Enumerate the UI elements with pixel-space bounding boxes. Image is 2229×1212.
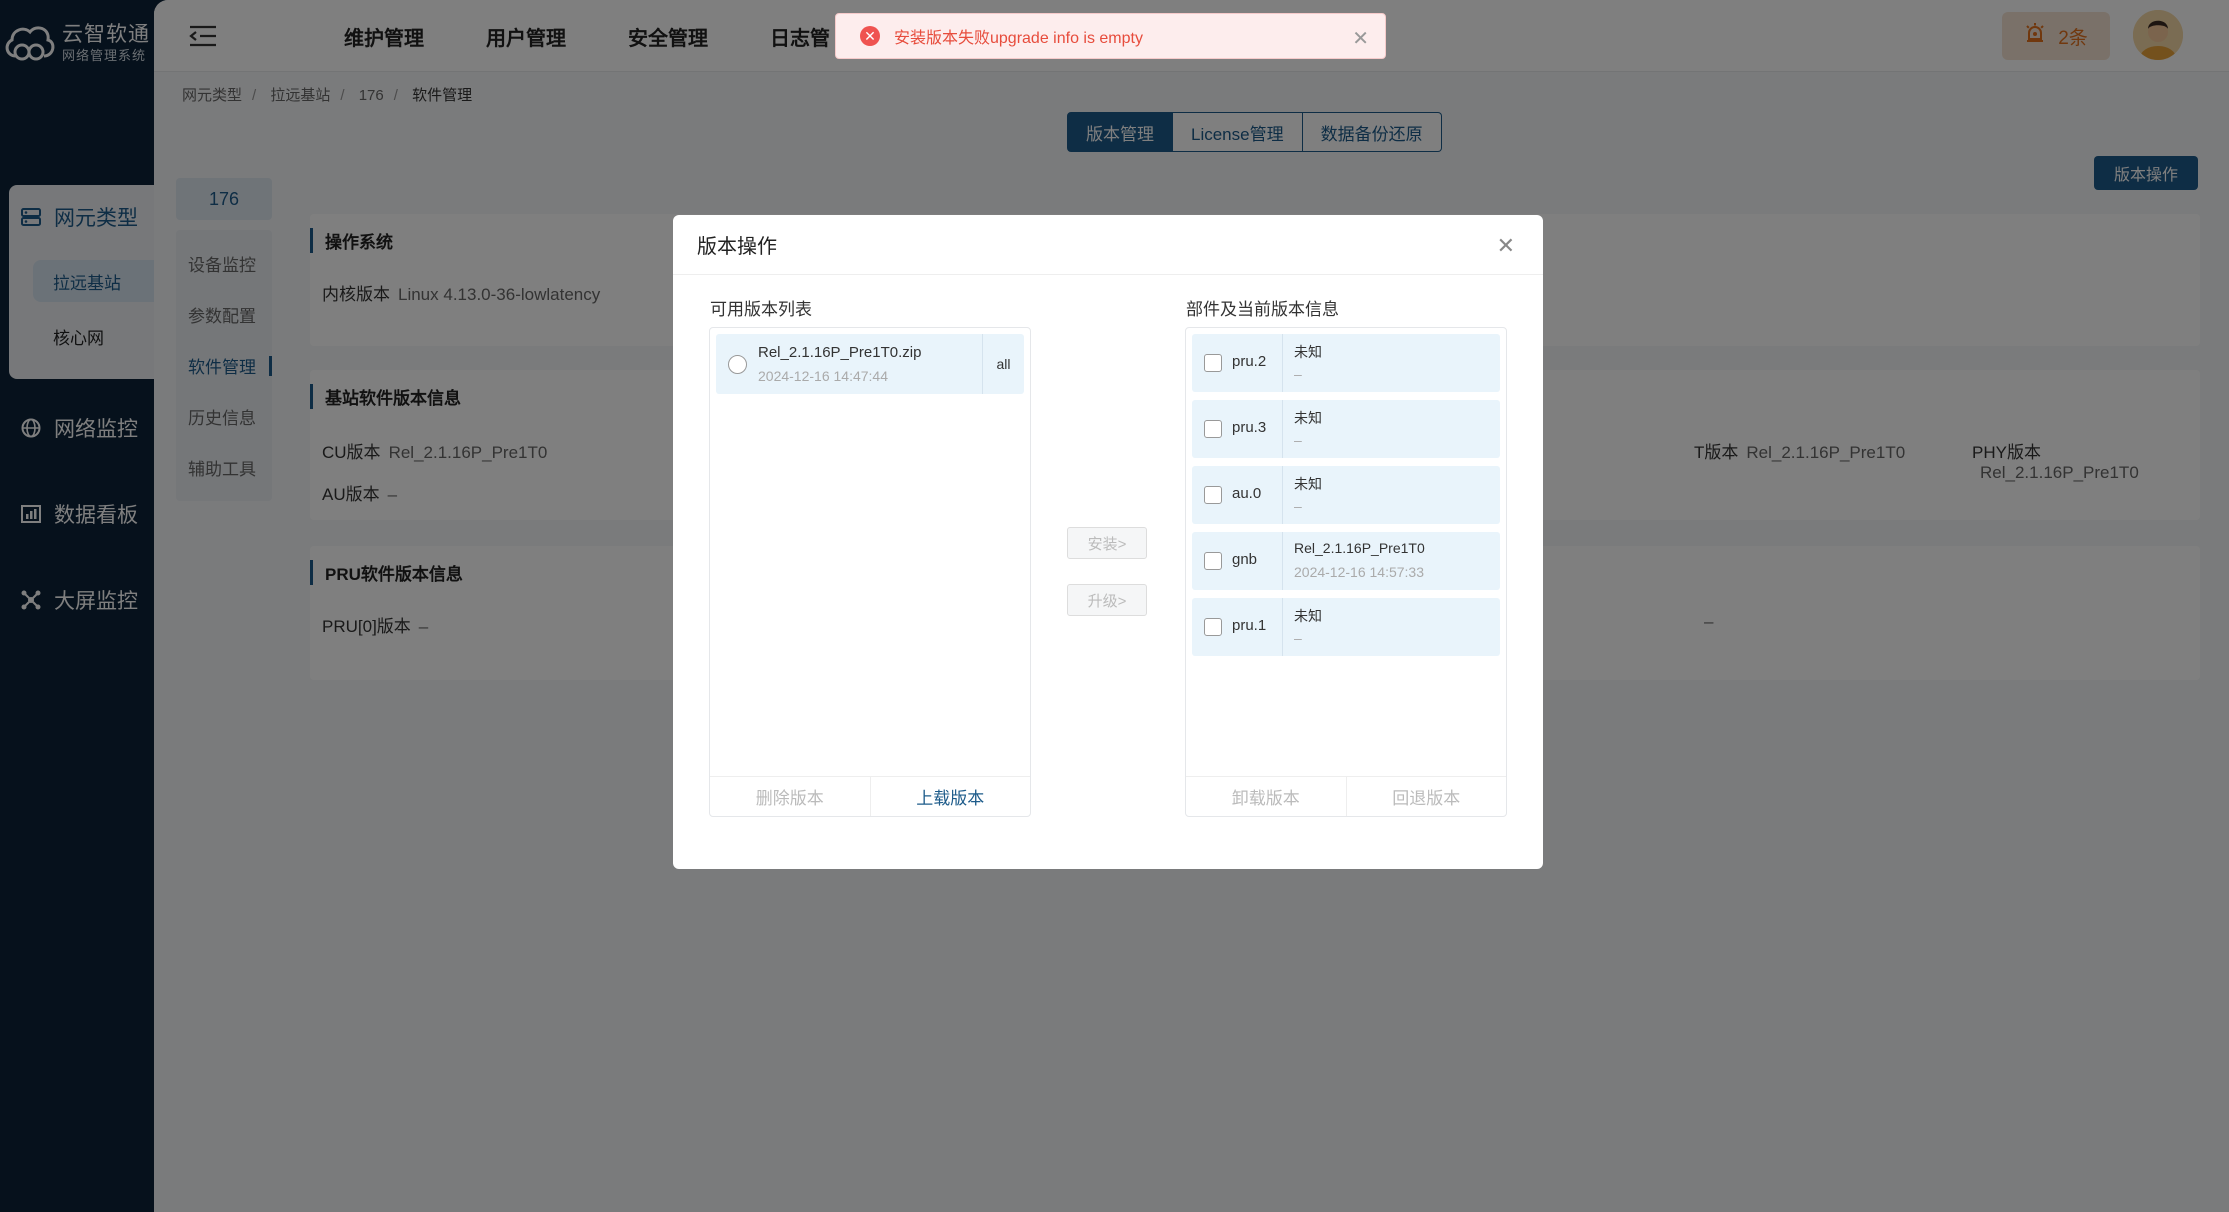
available-versions-panel: Rel_2.1.16P_Pre1T0.zip 2024-12-16 14:47:…	[709, 327, 1031, 817]
component-date: –	[1294, 630, 1302, 646]
install-button[interactable]: 安装>	[1067, 527, 1147, 559]
component-name: pru.1	[1232, 617, 1267, 634]
list-item[interactable]: gnb Rel_2.1.16P_Pre1T0 2024-12-16 14:57:…	[1192, 532, 1500, 590]
list-item[interactable]: pru.1 未知 –	[1192, 598, 1500, 656]
components-label: 部件及当前版本信息	[1186, 300, 1339, 319]
component-version: 未知	[1294, 344, 1322, 360]
component-version: 未知	[1294, 410, 1322, 426]
list-item[interactable]: pru.3 未知 –	[1192, 400, 1500, 458]
upgrade-button[interactable]: 升级>	[1067, 584, 1147, 616]
component-version: Rel_2.1.16P_Pre1T0	[1294, 540, 1425, 556]
component-name: pru.2	[1232, 353, 1267, 370]
component-date: –	[1294, 366, 1302, 382]
modal-header: 版本操作 ✕	[673, 215, 1543, 275]
version-name: Rel_2.1.16P_Pre1T0.zip	[758, 344, 922, 361]
upload-version-button[interactable]: 上载版本	[869, 777, 1031, 816]
rollback-version-button[interactable]: 回退版本	[1345, 777, 1507, 816]
list-item[interactable]: Rel_2.1.16P_Pre1T0.zip 2024-12-16 14:47:…	[716, 334, 1024, 394]
component-name: pru.3	[1232, 419, 1267, 436]
component-checkbox[interactable]	[1204, 552, 1222, 570]
component-checkbox[interactable]	[1204, 354, 1222, 372]
component-checkbox[interactable]	[1204, 486, 1222, 504]
error-toast: ✕ 安装版本失败upgrade info is empty ✕	[835, 13, 1386, 59]
component-name: gnb	[1232, 551, 1258, 568]
components-panel: pru.2 未知 – pru.3 未知 – au.0 未知 – gnb Rel_…	[1185, 327, 1507, 817]
modal-title: 版本操作	[697, 236, 777, 258]
close-icon[interactable]: ✕	[1497, 233, 1515, 259]
list-item[interactable]: au.0 未知 –	[1192, 466, 1500, 524]
component-date: 2024-12-16 14:57:33	[1294, 564, 1424, 580]
available-versions-label: 可用版本列表	[710, 300, 812, 319]
error-icon: ✕	[860, 26, 880, 46]
component-name: au.0	[1232, 485, 1262, 502]
toast-message: 安装版本失败upgrade info is empty	[894, 30, 1143, 47]
uninstall-version-button[interactable]: 卸载版本	[1186, 777, 1346, 816]
components-footer: 卸载版本 回退版本	[1186, 776, 1506, 816]
component-version: 未知	[1294, 608, 1322, 624]
component-checkbox[interactable]	[1204, 420, 1222, 438]
toast-close-icon[interactable]: ✕	[1352, 26, 1369, 51]
version-date: 2024-12-16 14:47:44	[758, 368, 888, 384]
available-versions-footer: 删除版本 上载版本	[710, 776, 1030, 816]
version-radio[interactable]	[728, 355, 747, 374]
version-tag: all	[982, 334, 1024, 394]
component-checkbox[interactable]	[1204, 618, 1222, 636]
component-date: –	[1294, 498, 1302, 514]
version-operation-modal: 版本操作 ✕ 可用版本列表 Rel_2.1.16P_Pre1T0.zip 202…	[673, 215, 1543, 869]
delete-version-button[interactable]: 删除版本	[710, 777, 870, 816]
component-version: 未知	[1294, 476, 1322, 492]
component-date: –	[1294, 432, 1302, 448]
list-item[interactable]: pru.2 未知 –	[1192, 334, 1500, 392]
